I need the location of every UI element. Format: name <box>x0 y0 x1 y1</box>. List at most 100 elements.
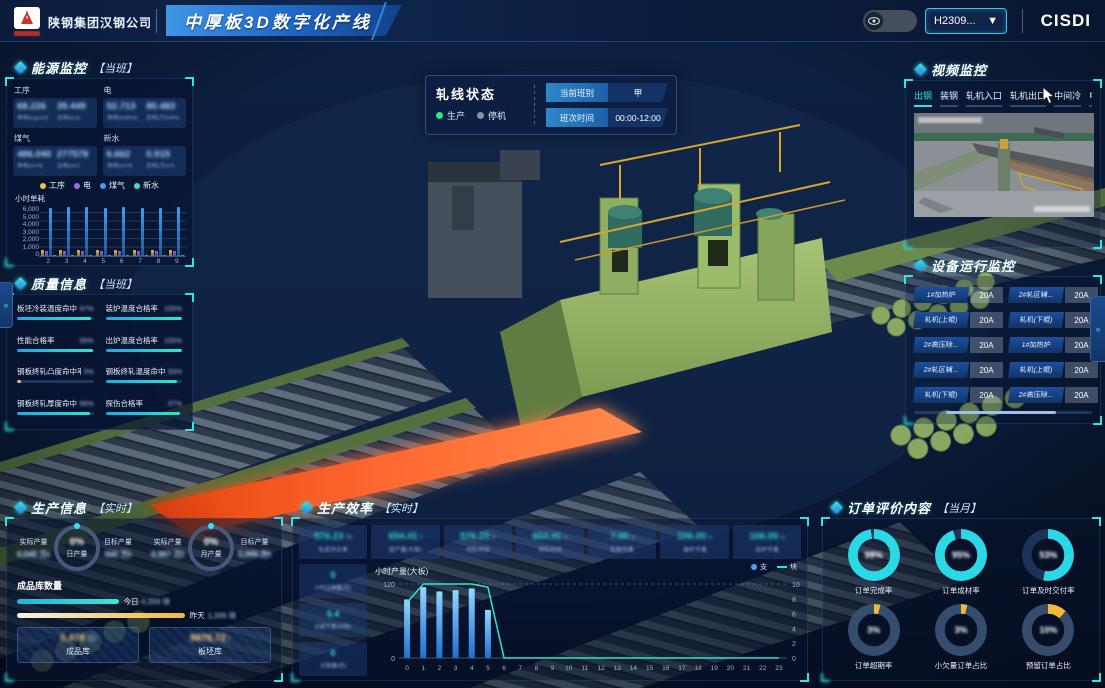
video-camera-tabs: 出钢装钢轧机入口轧机出口中间冷 电磁感 <box>914 87 1092 107</box>
efficiency-panel: 576.23 %轧机作业率654.41 t班产量(大板)576.23 s纯轧时间… <box>292 518 808 681</box>
svg-text:4: 4 <box>470 665 474 672</box>
svg-text:13: 13 <box>614 665 622 672</box>
diamond-icon <box>914 63 927 76</box>
devices-scrollbar[interactable] <box>914 411 1092 414</box>
device-item[interactable]: 1#加热炉20A <box>914 287 1003 303</box>
device-item[interactable]: 2#轧区辅...20A <box>914 362 1003 378</box>
energy-bar-group <box>57 207 75 256</box>
svg-text:7: 7 <box>518 665 522 672</box>
right-collapse-tab[interactable]: » <box>1090 296 1105 362</box>
svg-text:0: 0 <box>391 656 395 663</box>
energy-bar-group <box>168 207 186 256</box>
cctv-timestamp-osd <box>918 117 982 123</box>
svg-text:8: 8 <box>535 665 539 672</box>
status-divider <box>534 85 535 127</box>
quality-item: 出炉温度合格率100% <box>106 335 183 359</box>
order-donut: 95%订单成材率 <box>920 529 1001 600</box>
legend-item: 新水 <box>134 180 159 191</box>
svg-text:22: 22 <box>759 665 767 672</box>
video-tab-5[interactable]: 中间冷 <box>1054 89 1081 107</box>
company-logo-icon <box>14 7 40 29</box>
svg-text:8: 8 <box>792 597 796 604</box>
energy-group: 电52.713单耗(kWh/t)80.483总耗(万kWh) <box>103 84 187 128</box>
video-tab-4[interactable]: 轧机出口 <box>1010 89 1046 107</box>
svg-text:6: 6 <box>792 612 796 619</box>
device-item[interactable]: 轧机(上辊)20A <box>1009 362 1098 378</box>
video-panel-title: 视频监控 <box>916 60 987 79</box>
side-stat-card: 0小时过钢量(坯) <box>299 564 367 598</box>
stock-section-label: 成品库数量 <box>17 579 271 592</box>
energy-plot <box>39 205 186 257</box>
device-item[interactable]: 2#高压除...20A <box>914 337 1003 353</box>
device-item[interactable]: 轧机(下辊)20A <box>1009 312 1098 328</box>
svg-text:20: 20 <box>727 665 735 672</box>
legend-item: 电 <box>74 180 91 191</box>
hourly-chart-legend: 支块 <box>751 562 797 572</box>
svg-text:11: 11 <box>582 665 589 672</box>
status-row: 当前班别甲 <box>546 83 668 102</box>
diamond-icon <box>914 259 927 272</box>
energy-group: 煤气486.040单耗(m³/t)277578总耗(m³) <box>13 132 97 176</box>
quality-item: 性能合格率99% <box>17 335 94 359</box>
stock-bar: 今日1,203 块 <box>17 597 271 605</box>
svg-text:0: 0 <box>405 665 409 672</box>
quality-panel: 板坯冷装温度命中率97% 装炉温度合格率100% 性能合格率99% 出炉温度合格率10… <box>6 294 193 430</box>
energy-y-axis: 6,0005,0004,0003,0002,0001,0000 <box>13 205 39 257</box>
cctv-scene <box>914 113 1094 217</box>
legend-item: 煤气 <box>100 180 125 191</box>
production-gauge: 实际产量0.045 万t0%日产量目标产量500 万t <box>17 525 132 571</box>
production-panel: 实际产量0.045 万t0%日产量目标产量500 万t 实际产量0.967 万t0… <box>6 518 282 681</box>
devices-panel-title: 设备运行监控 <box>916 256 1015 275</box>
svg-text:6: 6 <box>502 665 506 672</box>
order-donut: 98%订单完成率 <box>833 529 914 600</box>
cctv-thumbnail[interactable] <box>914 113 1094 217</box>
energy-bar-group <box>149 208 167 256</box>
device-item[interactable]: 2#轧区辅...20A <box>1009 287 1098 303</box>
quality-item: 探伤合格率97% <box>106 398 183 422</box>
devices-grid: 1#加热炉20A 2#轧区辅...20A 轧机(上辊)20A 轧机(下辊)20A 2#高… <box>914 287 1092 403</box>
efficiency-side-stats: 0小时过钢量(坯)0.4过钢节奏(分钟)0过钢量(坯) <box>299 564 367 676</box>
video-tab-2[interactable]: 装钢 <box>940 89 958 107</box>
line-status-rows: 当前班别甲班次时间00:00-12:00 <box>546 83 668 127</box>
svg-text:10: 10 <box>792 582 800 589</box>
scrollbar-thumb[interactable] <box>946 411 1056 414</box>
svg-text:1: 1 <box>421 665 425 672</box>
device-item[interactable]: 2#高压除...20A <box>1009 387 1098 403</box>
quality-item: 钢板终轧厚度命中率96% <box>17 398 94 422</box>
stat-card: 106.00 s装炉节奏 <box>660 525 728 559</box>
logo-subtext <box>14 31 40 36</box>
quality-item: 装炉温度合格率100% <box>106 303 183 327</box>
energy-x-axis: 23456789 <box>39 257 186 265</box>
energy-legend: 工序电煤气新水 <box>13 180 186 191</box>
efficiency-panel-title: 生产效率【实时】 <box>302 498 423 517</box>
device-item[interactable]: 轧机(下辊)20A <box>914 387 1003 403</box>
order-donut: 53%订单及时交付率 <box>1008 529 1089 600</box>
video-tab-3[interactable]: 轧机入口 <box>966 89 1002 107</box>
energy-metric-groups: 工序68.226单耗(kgce/t)39.449总耗(tce)电52.713单耗… <box>13 84 186 176</box>
stat-card: 576.23 s纯轧时间 <box>444 525 512 559</box>
visibility-toggle[interactable] <box>863 10 917 32</box>
chevron-down-icon: ▼ <box>987 15 998 27</box>
stat-card: 106.00 s出炉节奏 <box>733 525 801 559</box>
heat-number-select[interactable]: H2309... ▼ <box>925 8 1007 34</box>
production-gauge: 实际产量0.967 万t0%月产量目标产量5,000 万t <box>151 525 271 571</box>
cctv-caption-osd <box>1034 206 1090 212</box>
gauge-ring: 0%日产量 <box>54 525 100 571</box>
status-mode[interactable]: 生产 <box>436 109 465 122</box>
dashboard-root: 陕钢集团汉钢公司 中厚板3D数字化产线 H2309... ▼ CISDI 轧线状… <box>0 0 1105 688</box>
quality-item: 板坯冷装温度命中率97% <box>17 303 94 327</box>
page-title-plate: 中厚板3D数字化产线 <box>166 5 402 36</box>
svg-text:21: 21 <box>743 665 751 672</box>
status-mode[interactable]: 停机 <box>477 109 506 122</box>
stat-card: 7.00 s轧制节奏 <box>588 525 656 559</box>
legend-item: 支 <box>751 562 767 572</box>
energy-panel-title: 能源监控【当班】 <box>16 58 137 77</box>
left-collapse-tab[interactable]: « <box>0 282 13 328</box>
device-item[interactable]: 1#加热炉20A <box>1009 337 1098 353</box>
quality-item: 钢板终轧凸度命中率3% <box>17 366 94 390</box>
video-tab-1[interactable]: 出钢 <box>914 89 932 107</box>
device-item[interactable]: 轧机(上辊)20A <box>914 312 1003 328</box>
video-tab-6[interactable]: 电磁感 <box>1089 89 1092 107</box>
svg-text:19: 19 <box>711 665 719 672</box>
energy-bar-group <box>94 208 112 256</box>
